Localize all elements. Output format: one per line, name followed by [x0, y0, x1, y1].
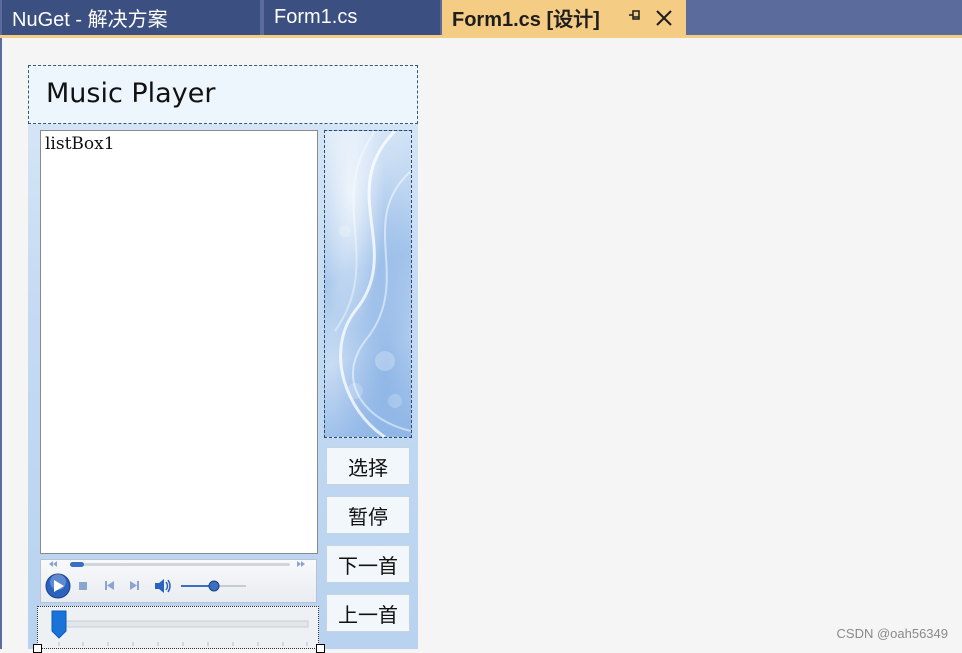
next-icon[interactable]: [130, 581, 139, 590]
title-panel[interactable]: Music Player: [28, 65, 418, 124]
forward-icon[interactable]: [297, 561, 305, 567]
tab-label: NuGet - 解决方案: [12, 9, 168, 31]
app-title: Music Player: [46, 78, 216, 109]
tab-form1-designer[interactable]: Form1.cs [设计]: [442, 0, 686, 35]
select-button[interactable]: 选择: [326, 447, 410, 485]
select-button-label: 选择: [348, 455, 388, 480]
swirl-decoration: [334, 131, 411, 437]
previous-icon[interactable]: [105, 581, 114, 590]
window-edge: [0, 38, 2, 649]
document-tab-bar: NuGet - 解决方案 Form1.cs Form1.cs [设计]: [0, 0, 962, 35]
volume-thumb[interactable]: [208, 580, 220, 592]
progress-trackbar[interactable]: [37, 606, 319, 649]
designer-form[interactable]: Music Player listBox1 选择 暂停 下一首 上一首: [28, 65, 418, 649]
stop-icon[interactable]: [79, 582, 87, 590]
volume-icon[interactable]: [155, 579, 171, 593]
tab-label: Form1.cs [设计]: [452, 9, 600, 31]
trackbar-graphic: [51, 610, 309, 646]
next-button-label: 下一首: [338, 553, 398, 578]
playlist-listbox[interactable]: listBox1: [40, 130, 318, 554]
pause-button[interactable]: 暂停: [326, 496, 410, 534]
prev-button[interactable]: 上一首: [326, 594, 410, 632]
tab-nuget[interactable]: NuGet - 解决方案: [2, 0, 260, 35]
listbox-placeholder: listBox1: [45, 134, 115, 154]
pin-icon[interactable]: [628, 8, 642, 25]
prev-button-label: 上一首: [338, 602, 398, 627]
media-player-toolbar: [45, 561, 305, 599]
seek-track[interactable]: [70, 563, 290, 566]
tab-form1-code[interactable]: Form1.cs: [264, 0, 440, 35]
tab-label: Form1.cs: [274, 6, 358, 28]
watermark: CSDN @oah56349: [836, 626, 948, 641]
play-icon[interactable]: [45, 573, 71, 599]
close-icon[interactable]: [654, 3, 674, 35]
album-picturebox[interactable]: [324, 130, 412, 438]
media-player-control[interactable]: [40, 559, 317, 603]
pause-button-label: 暂停: [348, 504, 388, 529]
tab-underline: [0, 35, 962, 38]
next-button[interactable]: 下一首: [326, 545, 410, 583]
trackbar-thumb: [51, 610, 67, 639]
seek-thumb[interactable]: [70, 562, 84, 567]
rewind-icon[interactable]: [49, 561, 57, 567]
